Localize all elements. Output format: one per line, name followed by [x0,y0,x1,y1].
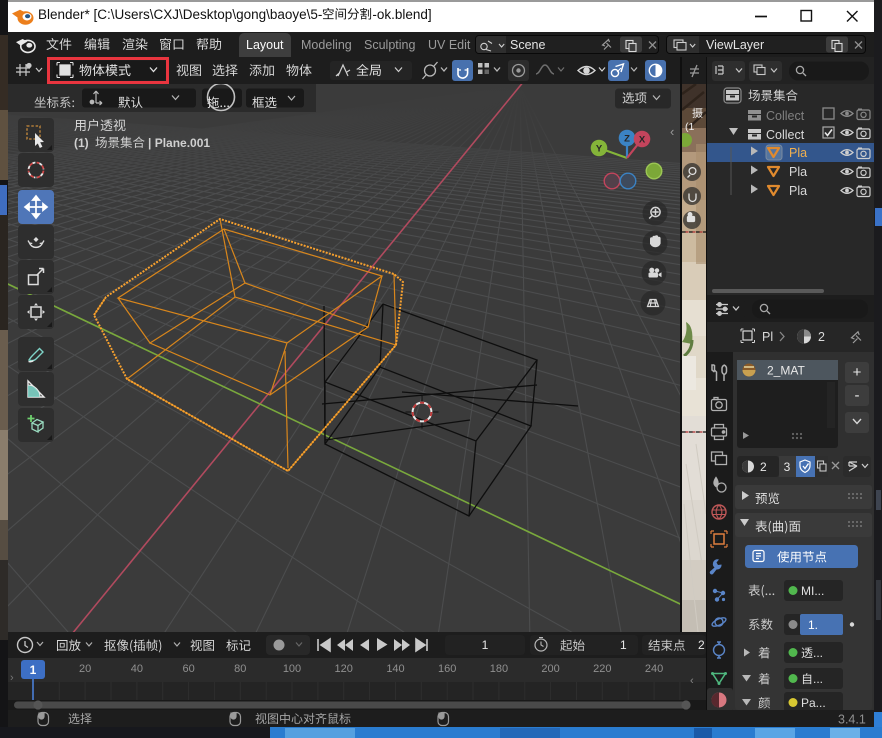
svg-text:3.4.1: 3.4.1 [838,713,866,727]
